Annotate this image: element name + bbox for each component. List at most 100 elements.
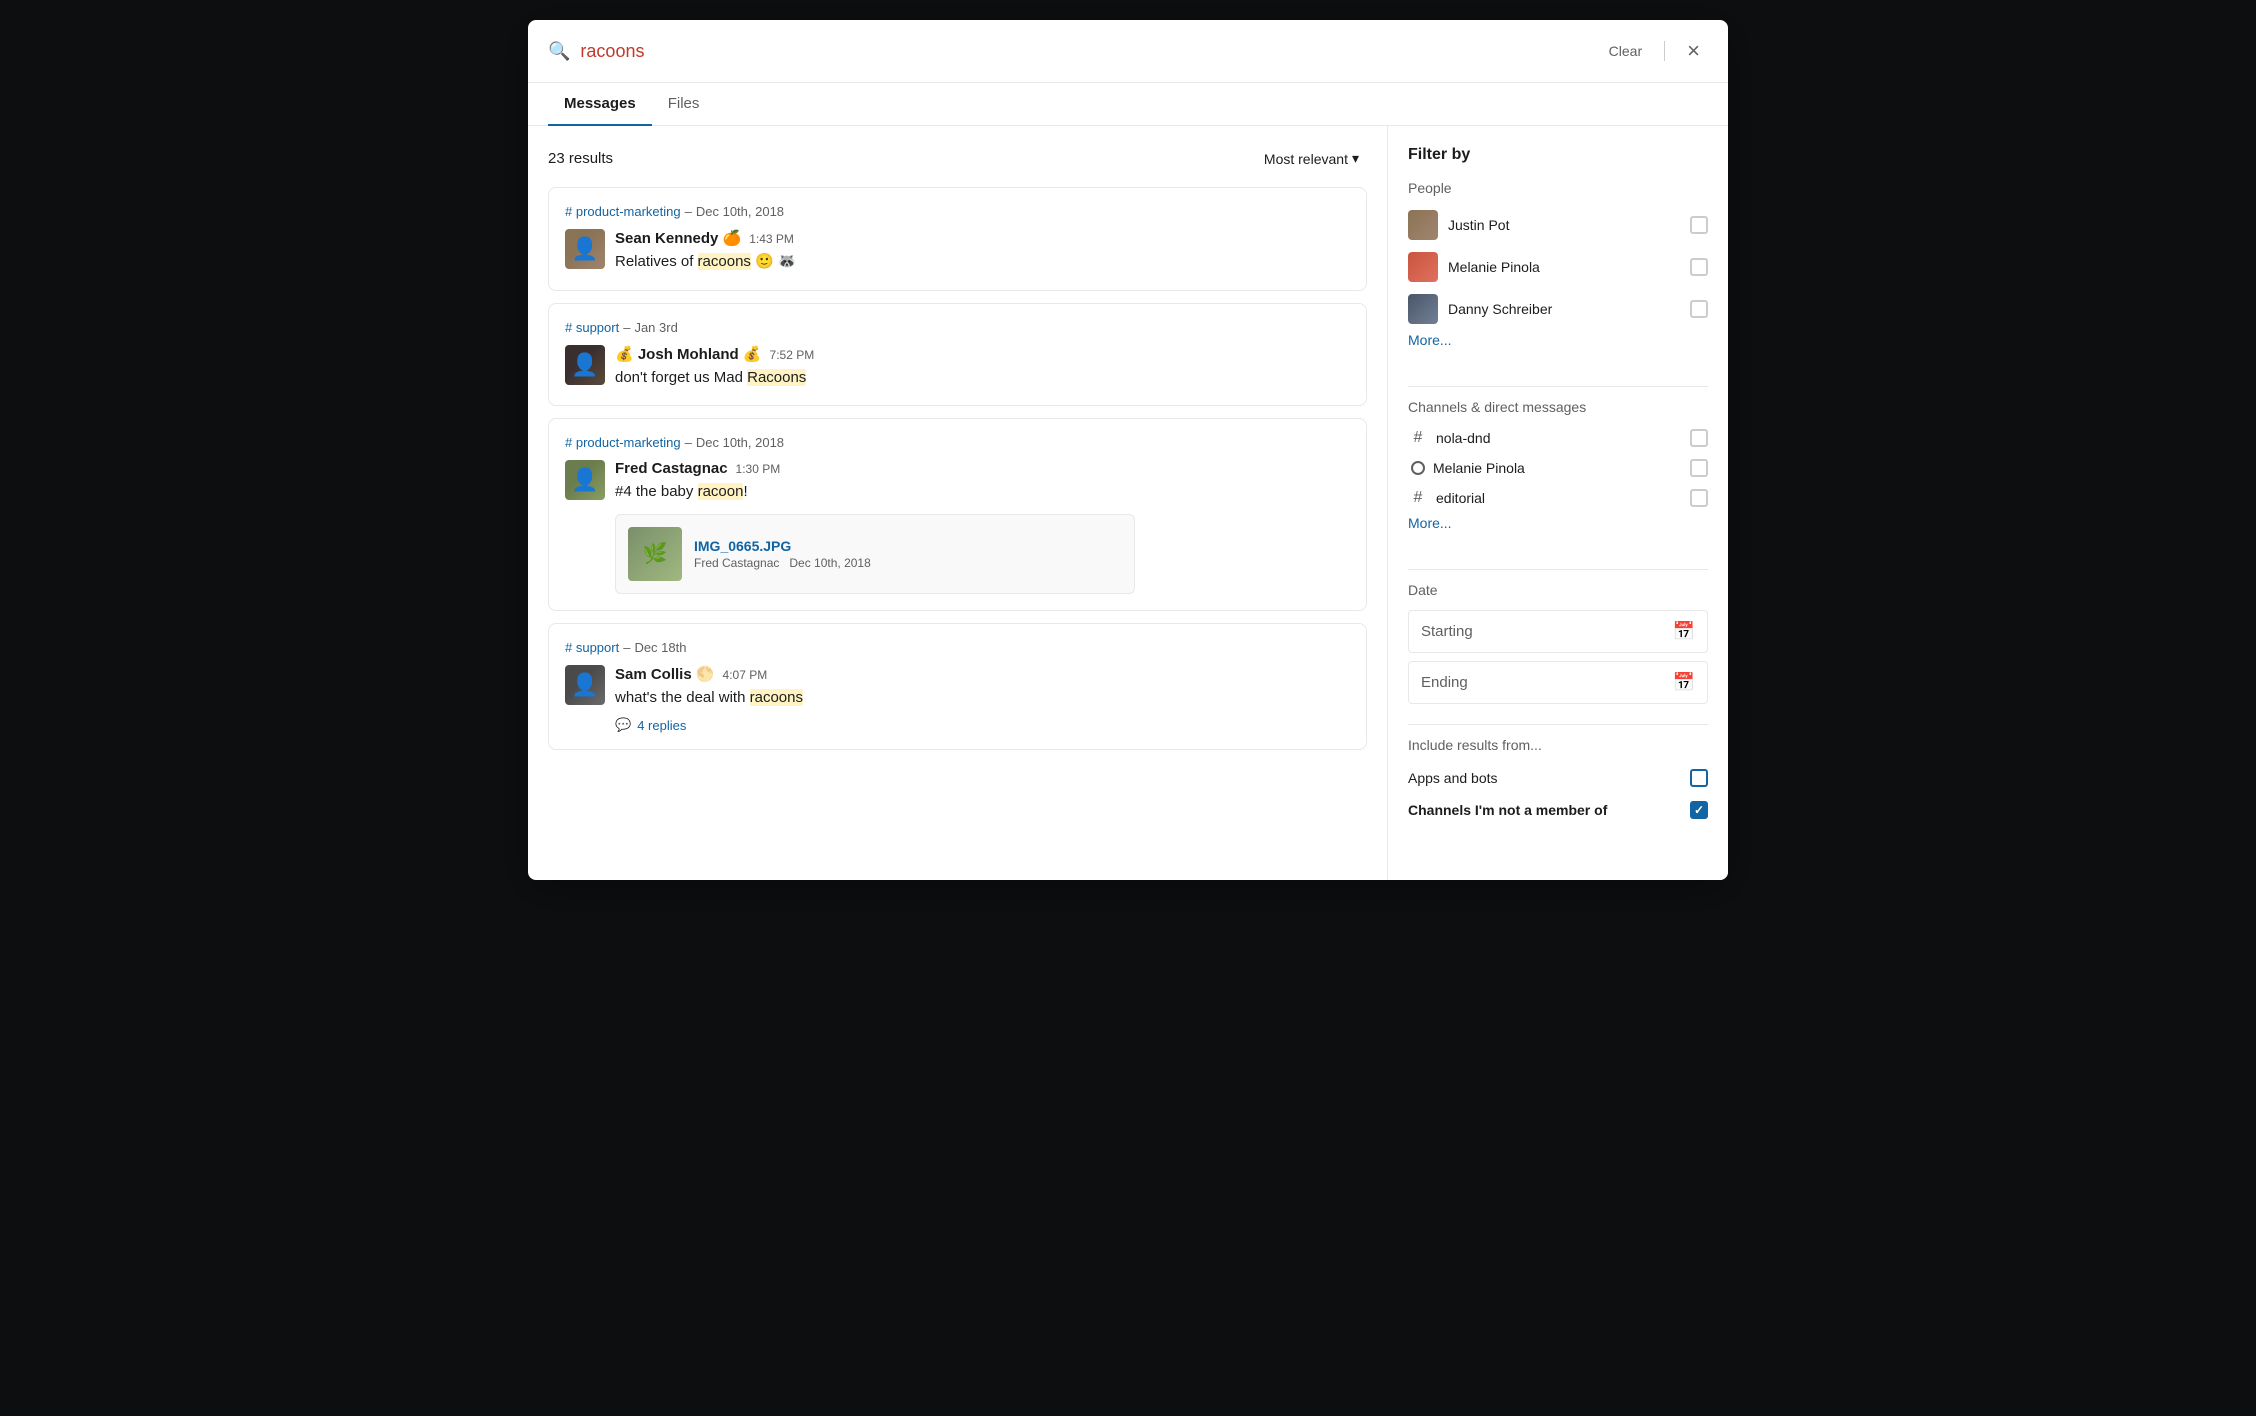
message-date: Dec 18th <box>634 640 686 655</box>
channel-item: # nola-dnd <box>1408 425 1708 451</box>
card-meta: # support – Dec 18th <box>565 640 1350 655</box>
channel-link[interactable]: # product-marketing <box>565 435 681 450</box>
starting-label: Starting <box>1421 623 1673 640</box>
channel-checkbox[interactable] <box>1690 429 1708 447</box>
message-text: Relatives of racoons 🙂 🦝 <box>615 251 1350 274</box>
highlight: racoon <box>698 483 744 500</box>
channel-checkbox[interactable] <box>1690 489 1708 507</box>
highlight: racoons <box>750 689 803 706</box>
person-checkbox[interactable] <box>1690 300 1708 318</box>
author-line: Fred Castagnac 1:30 PM <box>615 460 1350 477</box>
search-icon: 🔍 <box>548 41 570 62</box>
modal-overlay: 🔍 Clear × Messages Files 23 results Most… <box>0 0 2256 1416</box>
message-time: 1:43 PM <box>749 232 794 246</box>
attachment-card[interactable]: 🌿 IMG_0665.JPG Fred Castagnac Dec 10th, … <box>615 514 1135 594</box>
results-panel: 23 results Most relevant ▾ # product-mar… <box>528 126 1388 880</box>
search-header: 🔍 Clear × <box>528 20 1728 83</box>
include-row: Apps and bots <box>1408 765 1708 791</box>
author-line: Sam Collis 🌕 4:07 PM <box>615 665 1350 683</box>
header-divider <box>1664 41 1665 61</box>
filter-panel: Filter by People Justin Pot Melanie Pino… <box>1388 126 1728 880</box>
replies-link[interactable]: 💬 4 replies <box>615 717 1350 733</box>
filter-person: Justin Pot <box>1408 206 1708 244</box>
date-starting-input[interactable]: Starting 📅 <box>1408 610 1708 653</box>
people-section-label: People <box>1408 180 1708 196</box>
tab-files[interactable]: Files <box>652 83 716 126</box>
sort-chevron-icon: ▾ <box>1352 150 1359 167</box>
close-button[interactable]: × <box>1679 36 1708 66</box>
message-row: 👤 Fred Castagnac 1:30 PM #4 the baby rac… <box>565 460 1350 594</box>
author-name: Sam Collis 🌕 <box>615 665 715 683</box>
sort-label: Most relevant <box>1264 151 1348 167</box>
filter-person: Danny Schreiber <box>1408 290 1708 328</box>
message-card: # support – Dec 18th 👤 Sam Collis 🌕 4:07… <box>548 623 1367 751</box>
person-avatar <box>1408 294 1438 324</box>
filter-person: Melanie Pinola <box>1408 248 1708 286</box>
hash-icon: # <box>1408 429 1428 447</box>
person-checkbox[interactable] <box>1690 216 1708 234</box>
channels-more-link[interactable]: More... <box>1408 515 1452 531</box>
results-count: 23 results <box>548 150 613 167</box>
message-text: #4 the baby racoon! <box>615 481 1350 504</box>
author-line: Sean Kennedy 🍊 1:43 PM <box>615 229 1350 247</box>
person-avatar <box>1408 210 1438 240</box>
date-ending-input[interactable]: Ending 📅 <box>1408 661 1708 704</box>
apps-bots-checkbox[interactable] <box>1690 769 1708 787</box>
message-date: Dec 10th, 2018 <box>696 204 784 219</box>
author-name: Sean Kennedy 🍊 <box>615 229 741 247</box>
section-divider <box>1408 724 1708 725</box>
avatar: 👤 <box>565 460 605 500</box>
author-name: 💰 Josh Mohland 💰 <box>615 345 762 363</box>
avatar: 👤 <box>565 345 605 385</box>
clear-button[interactable]: Clear <box>1601 39 1650 63</box>
message-content: 💰 Josh Mohland 💰 7:52 PM don't forget us… <box>615 345 1350 390</box>
file-meta: Fred Castagnac Dec 10th, 2018 <box>694 556 871 570</box>
file-name: IMG_0665.JPG <box>694 538 871 554</box>
channel-link[interactable]: # product-marketing <box>565 204 681 219</box>
channel-item: # editorial <box>1408 485 1708 511</box>
message-content: Sam Collis 🌕 4:07 PM what's the deal wit… <box>615 665 1350 734</box>
channel-name: nola-dnd <box>1436 430 1682 446</box>
include-title: Include results from... <box>1408 737 1708 753</box>
message-text: don't forget us Mad Racoons <box>615 367 1350 390</box>
search-input[interactable] <box>580 41 1590 62</box>
person-name: Justin Pot <box>1448 217 1680 233</box>
channel-checkbox[interactable] <box>1690 459 1708 477</box>
ending-label: Ending <box>1421 674 1673 691</box>
author-name: Fred Castagnac <box>615 460 728 477</box>
channel-link[interactable]: # support <box>565 320 619 335</box>
search-modal: 🔍 Clear × Messages Files 23 results Most… <box>528 20 1728 880</box>
tab-messages[interactable]: Messages <box>548 83 652 126</box>
not-member-checkbox[interactable] <box>1690 801 1708 819</box>
include-item-label: Apps and bots <box>1408 770 1680 786</box>
section-divider <box>1408 386 1708 387</box>
date-section-label: Date <box>1408 582 1708 598</box>
avatar: 👤 <box>565 229 605 269</box>
message-time: 7:52 PM <box>770 348 815 362</box>
message-time: 4:07 PM <box>723 668 768 682</box>
channel-link[interactable]: # support <box>565 640 619 655</box>
person-name: Melanie Pinola <box>1448 259 1680 275</box>
section-divider <box>1408 569 1708 570</box>
sort-dropdown[interactable]: Most relevant ▾ <box>1256 146 1367 171</box>
message-time: 1:30 PM <box>736 462 781 476</box>
message-card: # support – Jan 3rd 👤 💰 Josh Mohland 💰 7… <box>548 303 1367 407</box>
meta-dash: – <box>685 204 692 219</box>
message-row: 👤 💰 Josh Mohland 💰 7:52 PM don't forget … <box>565 345 1350 390</box>
highlight: Racoons <box>747 369 806 386</box>
dm-circle-icon <box>1411 461 1425 475</box>
card-meta: # product-marketing – Dec 10th, 2018 <box>565 204 1350 219</box>
hash-icon: # <box>1408 489 1428 507</box>
card-meta: # product-marketing – Dec 10th, 2018 <box>565 435 1350 450</box>
person-name: Danny Schreiber <box>1448 301 1680 317</box>
filter-section-channels: Channels & direct messages # nola-dnd Me… <box>1408 399 1708 549</box>
message-row: 👤 Sam Collis 🌕 4:07 PM what's the deal w… <box>565 665 1350 734</box>
include-row: Channels I'm not a member of <box>1408 797 1708 823</box>
person-checkbox[interactable] <box>1690 258 1708 276</box>
channel-name: Melanie Pinola <box>1433 460 1682 476</box>
replies-bubble-icon: 💬 <box>615 717 631 733</box>
channels-section-label: Channels & direct messages <box>1408 399 1708 415</box>
people-more-link[interactable]: More... <box>1408 332 1452 348</box>
message-content: Fred Castagnac 1:30 PM #4 the baby racoo… <box>615 460 1350 594</box>
message-date: Dec 10th, 2018 <box>696 435 784 450</box>
